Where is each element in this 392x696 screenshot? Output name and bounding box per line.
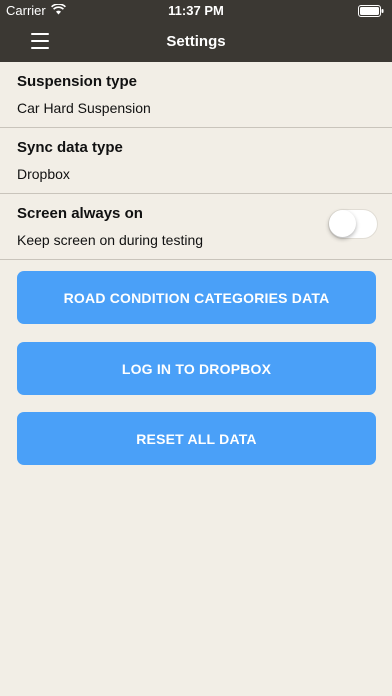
setting-suspension-type[interactable]: Suspension type Car Hard Suspension: [0, 62, 392, 128]
status-bar: Carrier 11:37 PM: [0, 0, 392, 22]
toggle-knob: [329, 210, 356, 237]
page-title: Settings: [166, 33, 226, 50]
setting-value: Dropbox: [17, 166, 70, 182]
setting-value: Car Hard Suspension: [17, 100, 151, 116]
setting-label: Suspension type: [17, 73, 138, 90]
settings-list: Suspension type Car Hard Suspension Sync…: [0, 62, 392, 260]
log-in-to-dropbox-button[interactable]: LOG IN TO DROPBOX: [17, 342, 376, 395]
screen-always-on-toggle[interactable]: [328, 209, 378, 239]
setting-value: Keep screen on during testing: [17, 232, 204, 248]
reset-all-data-button[interactable]: RESET ALL DATA: [17, 412, 376, 465]
setting-label: Screen always on: [17, 205, 143, 222]
road-condition-categories-button[interactable]: ROAD CONDITION CATEGORIES DATA: [17, 271, 376, 324]
nav-bar: Settings: [0, 22, 392, 62]
setting-label: Sync data type: [17, 139, 123, 156]
status-time: 11:37 PM: [168, 3, 224, 18]
battery-icon: [358, 5, 384, 20]
setting-sync-data-type[interactable]: Sync data type Dropbox: [0, 128, 392, 194]
setting-screen-always-on: Screen always on Keep screen on during t…: [0, 194, 392, 260]
